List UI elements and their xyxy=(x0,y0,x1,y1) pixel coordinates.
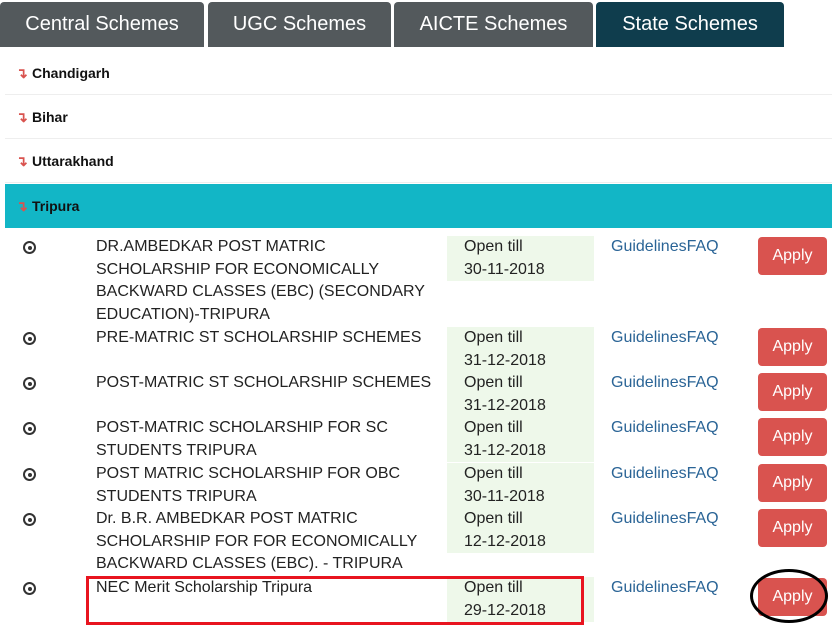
radio-button[interactable] xyxy=(23,582,36,595)
open-date: 30-11-2018 xyxy=(464,260,545,278)
guidelines-link[interactable]: Guidelines xyxy=(611,374,687,391)
tab-ugc-schemes[interactable]: UGC Schemes xyxy=(208,2,391,47)
faq-link[interactable]: FAQ xyxy=(687,329,719,346)
highlight-box xyxy=(86,576,584,625)
scheme-name: PRE-MATRIC ST SCHOLARSHIP SCHEMES xyxy=(96,329,422,346)
state-label: Chandigarh xyxy=(32,65,110,81)
scheme-name: POST MATRIC SCHOLARSHIP FOR OBC STUDENTS… xyxy=(96,465,401,505)
open-date: 31-12-2018 xyxy=(464,396,546,414)
state-label: Bihar xyxy=(32,109,68,125)
scheme-links: GuidelinesFAQ xyxy=(611,372,719,395)
open-till-cell: Open till 30-11-2018 xyxy=(447,236,594,282)
radio-button[interactable] xyxy=(23,468,36,481)
guidelines-link[interactable]: Guidelines xyxy=(611,419,687,436)
scheme-links: GuidelinesFAQ xyxy=(611,463,719,486)
highlight-oval xyxy=(750,569,828,623)
state-label: Uttarakhand xyxy=(32,153,114,169)
radio-button[interactable] xyxy=(23,513,36,526)
apply-button[interactable]: Apply xyxy=(758,418,827,456)
open-till-cell: Open till 30-11-2018 xyxy=(447,463,594,509)
expand-arrow-icon: ↴ xyxy=(16,198,28,214)
radio-button[interactable] xyxy=(23,377,36,390)
open-till-cell: Open till 12-12-2018 xyxy=(447,508,594,554)
tab-state-schemes[interactable]: State Schemes xyxy=(596,2,784,47)
open-till-cell: Open till 31-12-2018 xyxy=(447,417,594,463)
scheme-name: DR.AMBEDKAR POST MATRIC SCHOLARSHIP FOR … xyxy=(96,238,425,324)
apply-button[interactable]: Apply xyxy=(758,237,827,275)
tab-aicte-schemes[interactable]: AICTE Schemes xyxy=(394,2,593,47)
state-chandigarh[interactable]: ↴ Chandigarh xyxy=(5,51,832,95)
apply-button[interactable]: Apply xyxy=(758,509,827,547)
faq-link[interactable]: FAQ xyxy=(687,465,719,482)
state-uttarakhand[interactable]: ↴ Uttarakhand xyxy=(5,139,832,183)
scheme-links: GuidelinesFAQ xyxy=(611,327,719,350)
radio-button[interactable] xyxy=(23,241,36,254)
open-date: 31-12-2018 xyxy=(464,441,546,459)
expand-arrow-icon: ↴ xyxy=(16,65,28,81)
tab-central-schemes[interactable]: Central Schemes xyxy=(0,2,204,47)
faq-link[interactable]: FAQ xyxy=(687,374,719,391)
apply-button[interactable]: Apply xyxy=(758,328,827,366)
faq-link[interactable]: FAQ xyxy=(687,579,719,596)
scheme-links: GuidelinesFAQ xyxy=(611,236,719,259)
scheme-tabs: Central Schemes UGC Schemes AICTE Scheme… xyxy=(0,0,832,47)
scheme-name: POST-MATRIC ST SCHOLARSHIP SCHEMES xyxy=(96,374,432,391)
expand-arrow-icon: ↴ xyxy=(16,109,28,125)
scheme-links: GuidelinesFAQ xyxy=(611,417,719,440)
guidelines-link[interactable]: Guidelines xyxy=(611,329,687,346)
guidelines-link[interactable]: Guidelines xyxy=(611,238,687,255)
apply-button[interactable]: Apply xyxy=(758,373,827,411)
state-tripura[interactable]: ↴ Tripura xyxy=(5,184,832,228)
expand-arrow-icon: ↴ xyxy=(16,153,28,169)
open-date: 12-12-2018 xyxy=(464,532,546,550)
apply-button[interactable]: Apply xyxy=(758,464,827,502)
open-date: 31-12-2018 xyxy=(464,351,546,369)
faq-link[interactable]: FAQ xyxy=(687,510,719,527)
guidelines-link[interactable]: Guidelines xyxy=(611,579,687,596)
radio-button[interactable] xyxy=(23,332,36,345)
open-date: 30-11-2018 xyxy=(464,487,545,505)
scheme-name: Dr. B.R. AMBEDKAR POST MATRIC SCHOLARSHI… xyxy=(96,510,417,573)
open-till-cell: Open till 31-12-2018 xyxy=(447,327,594,373)
guidelines-link[interactable]: Guidelines xyxy=(611,465,687,482)
guidelines-link[interactable]: Guidelines xyxy=(611,510,687,527)
open-till-cell: Open till 31-12-2018 xyxy=(447,372,594,418)
scheme-name: POST-MATRIC SCHOLARSHIP FOR SC STUDENTS … xyxy=(96,419,388,459)
scheme-links: GuidelinesFAQ xyxy=(611,577,719,600)
state-label: Tripura xyxy=(32,198,80,214)
radio-button[interactable] xyxy=(23,422,36,435)
scheme-links: GuidelinesFAQ xyxy=(611,508,719,531)
faq-link[interactable]: FAQ xyxy=(687,238,719,255)
state-bihar[interactable]: ↴ Bihar xyxy=(5,95,832,139)
faq-link[interactable]: FAQ xyxy=(687,419,719,436)
